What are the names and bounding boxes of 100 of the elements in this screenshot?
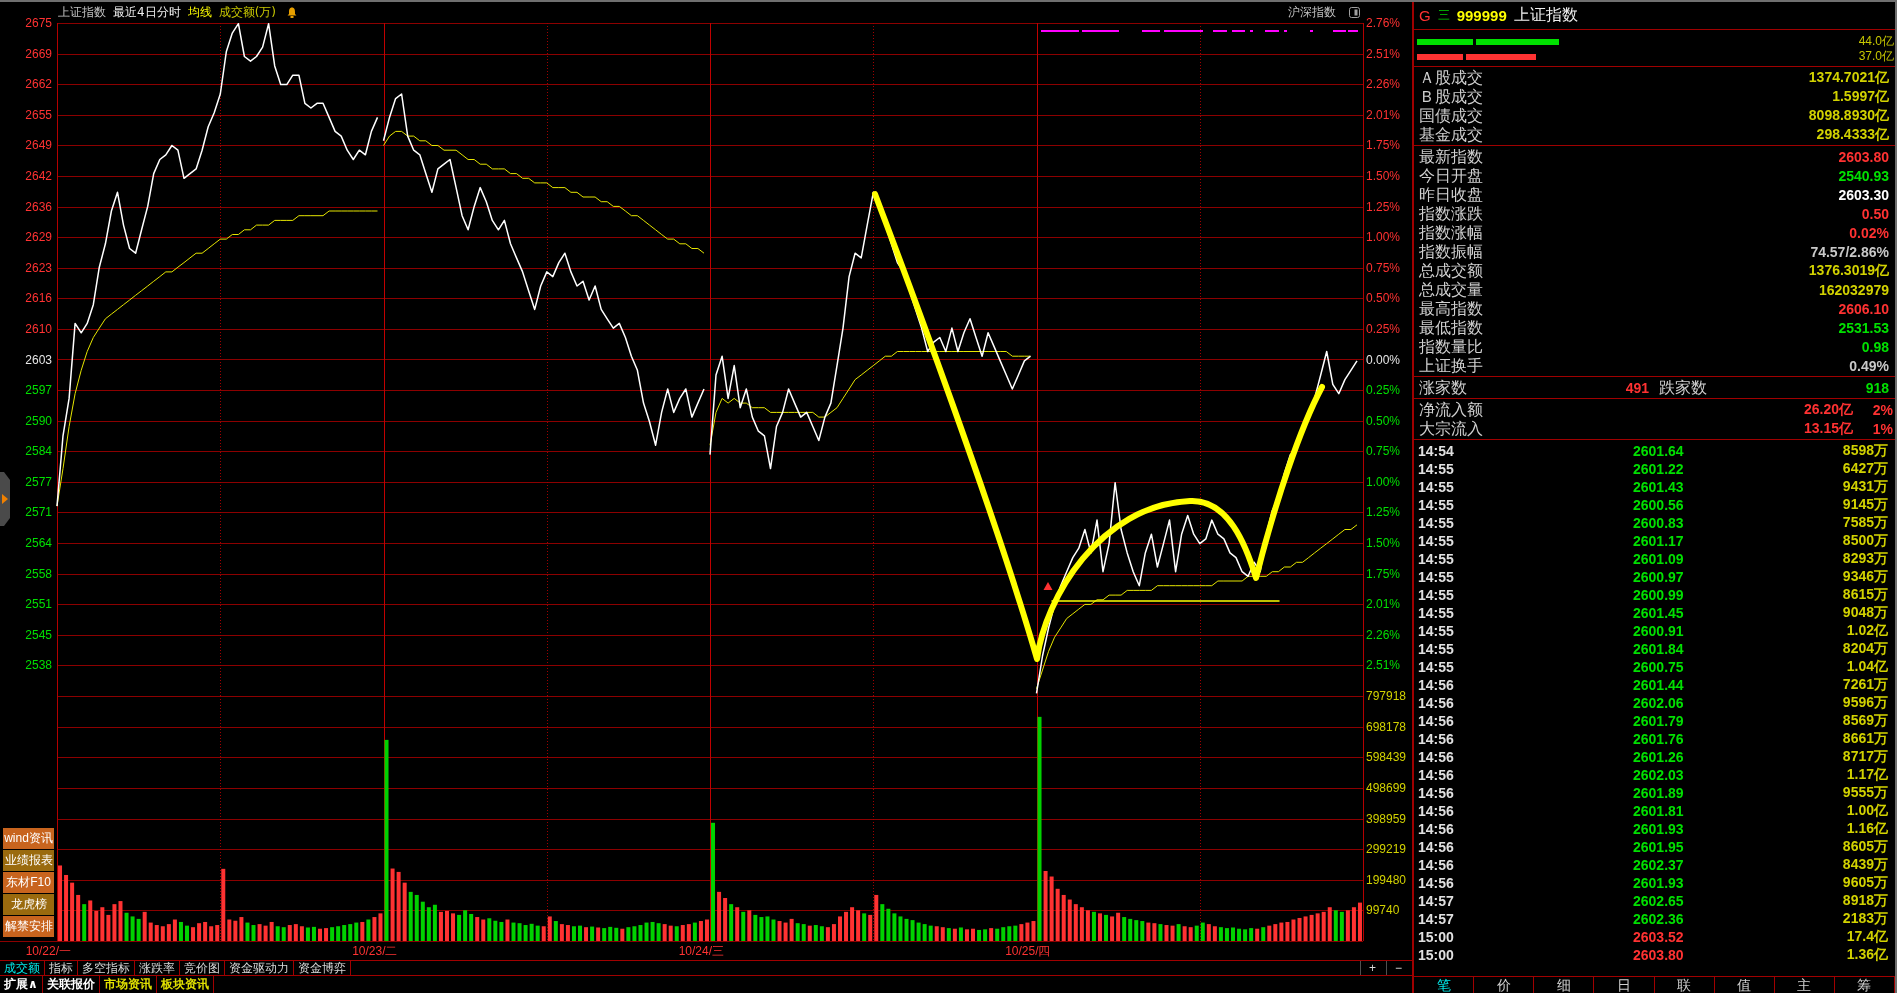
volume-bar xyxy=(318,928,322,941)
percent-axis-label: 1.50% xyxy=(1366,168,1401,183)
tick-time: 14:56 xyxy=(1418,821,1455,837)
stat-label: 总成交量 xyxy=(1419,280,1483,299)
stat-label: 指数振幅 xyxy=(1419,242,1483,261)
tick-price: 2601.79 xyxy=(1633,713,1685,729)
volume-axis-label: 498699 xyxy=(1366,780,1407,795)
price-axis-label: 2675 xyxy=(25,16,52,30)
tick-time: 14:55 xyxy=(1418,461,1455,477)
stat-label: 总成交额 xyxy=(1419,261,1483,280)
stat-value: 2603.30 xyxy=(1838,186,1889,203)
stat-value: 2603.80 xyxy=(1838,148,1889,165)
tick-price: 2600.99 xyxy=(1633,587,1685,603)
percent-axis-label: 0.25% xyxy=(1366,321,1401,336)
tick-time: 14:55 xyxy=(1418,569,1455,585)
flow-amount: 26.20亿 xyxy=(1803,400,1853,419)
percent-axis-label: 2.01% xyxy=(1366,108,1401,123)
tick-price: 2601.89 xyxy=(1633,785,1685,801)
stat-value: 2540.93 xyxy=(1838,167,1889,184)
security-name: 上证指数 xyxy=(1513,5,1578,26)
tick-time: 14:55 xyxy=(1418,641,1455,657)
tick-amount: 9346万 xyxy=(1841,568,1888,586)
tick-price: 2600.75 xyxy=(1633,659,1685,675)
shortcut-button[interactable]: wind资讯 xyxy=(3,828,54,849)
price-axis-label: 2538 xyxy=(25,658,52,673)
tick-time: 14:56 xyxy=(1418,749,1455,765)
stat-label: 最高指数 xyxy=(1419,299,1483,318)
tick-time: 14:56 xyxy=(1418,713,1455,729)
expand-arrow-icon[interactable] xyxy=(0,472,10,526)
stat-label: 指数量比 xyxy=(1419,337,1483,356)
menu-icon[interactable]: 三 xyxy=(1437,7,1450,24)
bell-icon[interactable] xyxy=(287,7,297,18)
tick-amount: 9555万 xyxy=(1841,784,1888,802)
percent-axis-label: 2.51% xyxy=(1366,658,1401,673)
shortcut-button[interactable]: 业绩报表 xyxy=(3,850,54,871)
stat-value: 0.50 xyxy=(1861,205,1889,222)
panel-toggle-icon[interactable] xyxy=(1349,7,1360,18)
stat-value: 1376.3019亿 xyxy=(1808,261,1889,280)
tick-amount: 7261万 xyxy=(1841,676,1888,694)
shortcut-button[interactable]: 龙虎榜 xyxy=(3,894,54,915)
tick-time: 14:56 xyxy=(1418,767,1455,783)
tick-amount: 1.04亿 xyxy=(1845,658,1888,676)
tick-time: 14:55 xyxy=(1418,497,1455,513)
percent-axis-label: 1.50% xyxy=(1366,536,1401,551)
percent-axis-label: 1.25% xyxy=(1366,199,1401,214)
tick-amount: 9431万 xyxy=(1841,478,1888,496)
percent-axis-label: 0.25% xyxy=(1366,383,1401,398)
tick-time: 14:57 xyxy=(1418,911,1455,927)
volume-bar xyxy=(1098,913,1102,941)
price-axis-label: 2655 xyxy=(25,108,52,123)
index-title: 上证指数 xyxy=(58,4,106,21)
shortcut-button[interactable]: 东材F10 xyxy=(3,872,54,893)
tick-price: 2601.76 xyxy=(1633,731,1685,747)
volume-bar xyxy=(578,925,582,941)
price-axis-label: 2551 xyxy=(25,597,52,612)
volume-axis-label: 698178 xyxy=(1366,719,1407,734)
tick-amount: 1.17亿 xyxy=(1845,766,1888,784)
price-axis-label: 2577 xyxy=(25,474,52,489)
decline-label: 跌家数 xyxy=(1659,378,1707,397)
tick-price: 2602.06 xyxy=(1633,695,1685,711)
tick-time: 14:56 xyxy=(1418,731,1455,747)
tick-time: 14:56 xyxy=(1418,677,1455,693)
price-axis-label: 2584 xyxy=(25,444,52,459)
percent-axis-label: 2.01% xyxy=(1366,597,1401,612)
tick-amount: 9605万 xyxy=(1841,874,1888,892)
stat-value: 2531.53 xyxy=(1838,319,1889,336)
price-axis-label: 2610 xyxy=(25,321,52,336)
date-axis-label: 10/24/三 xyxy=(678,944,724,958)
period-label: 最近4日分时 xyxy=(113,4,181,21)
volume-bar xyxy=(838,916,842,941)
price-axis-label: 2669 xyxy=(25,46,52,61)
tick-amount: 1.16亿 xyxy=(1845,820,1888,838)
percent-axis-label: 0.75% xyxy=(1366,444,1401,459)
tick-amount: 8293万 xyxy=(1841,550,1888,568)
tick-amount: 17.4亿 xyxy=(1845,928,1888,946)
tick-price: 2601.95 xyxy=(1633,839,1685,855)
tick-time: 14:55 xyxy=(1418,659,1455,675)
tick-price: 2601.45 xyxy=(1633,605,1685,621)
index-switch-link[interactable]: 沪深指数 xyxy=(1288,4,1336,21)
price-axis-label: 2590 xyxy=(25,413,52,428)
tick-amount: 2183万 xyxy=(1841,910,1888,928)
tick-price: 2600.91 xyxy=(1633,623,1685,639)
percent-axis-label: 0.75% xyxy=(1366,260,1401,275)
price-axis-label: 2597 xyxy=(25,383,52,398)
price-axis-label: 2642 xyxy=(25,168,52,183)
tick-amount: 8500万 xyxy=(1841,532,1888,550)
market-label: G xyxy=(1419,7,1431,24)
stat-value: 0.98 xyxy=(1861,338,1889,355)
stat-value: 0.02% xyxy=(1849,224,1889,241)
shortcut-button[interactable]: 解禁安排 xyxy=(3,916,54,937)
tick-price: 2601.22 xyxy=(1633,461,1685,477)
tick-price: 2603.52 xyxy=(1633,929,1685,945)
strength-value: 37.0亿 xyxy=(1858,48,1895,65)
flow-label: 净流入额 xyxy=(1419,400,1483,419)
volume-unit-label: 成交额(万) xyxy=(218,4,276,21)
info-tab[interactable]: 扩展∧ xyxy=(0,976,43,993)
tick-price: 2600.97 xyxy=(1633,569,1685,585)
tick-time: 14:56 xyxy=(1418,695,1455,711)
tick-price: 2602.65 xyxy=(1633,893,1685,909)
volume-bar xyxy=(971,928,975,941)
